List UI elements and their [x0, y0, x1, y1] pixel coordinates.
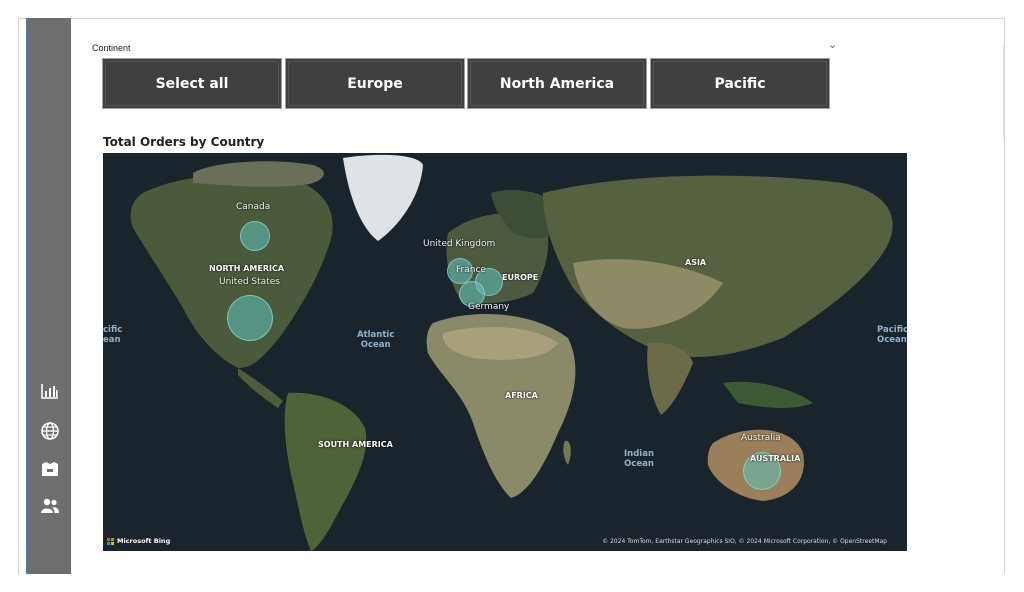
region-label-south-america: SOUTH AMERICA [318, 440, 393, 449]
region-label-europe: EUROPE [502, 273, 539, 282]
bubble-canada[interactable] [240, 221, 270, 251]
region-label-asia: ASIA [685, 258, 707, 267]
box-icon[interactable] [39, 458, 61, 480]
navigation-rail [26, 18, 71, 574]
people-icon[interactable] [39, 495, 61, 517]
ocean-label-pacific-left: cific ean [103, 325, 123, 345]
ocean-label-pacific-right: Pacific Ocean [877, 325, 907, 345]
slicer-button-north-america[interactable]: North America [467, 58, 647, 109]
provider-label: Microsoft Bing [117, 537, 171, 545]
region-label-north-america: NORTH AMERICA [209, 264, 285, 273]
slicer-button-europe[interactable]: Europe [285, 58, 465, 109]
country-label-australia: Australia [741, 433, 781, 443]
button-label: Pacific [714, 75, 766, 92]
slicer-title: Continent [92, 43, 131, 53]
country-label-germany: Germany [468, 302, 510, 312]
bar-chart-icon[interactable] [39, 380, 61, 402]
ocean-label-atlantic: Atlantic Ocean [357, 330, 395, 350]
region-label-australia: AUSTRALIA [750, 454, 801, 463]
globe-icon[interactable] [39, 420, 61, 442]
region-label-africa: AFRICA [505, 391, 538, 400]
country-label-united-states: United States [219, 277, 280, 287]
map-title: Total Orders by Country [103, 135, 265, 149]
country-label-france: France [456, 265, 486, 275]
chevron-down-icon[interactable]: ⌄ [828, 38, 837, 51]
bubble-united-states[interactable] [227, 295, 273, 341]
slicer-button-pacific[interactable]: Pacific [650, 58, 830, 109]
map-credit[interactable]: © 2024 TomTom, Earthstar Geographics SIO… [602, 538, 887, 545]
country-label-united-kingdom: United Kingdom [423, 239, 496, 249]
microsoft-bing-logo: Microsoft Bing [107, 537, 170, 545]
map-landmasses [130, 154, 893, 551]
slicer-button-select-all[interactable]: Select all [102, 58, 282, 109]
world-map[interactable]: Canada United States United Kingdom Fran… [103, 153, 907, 551]
button-label: North America [499, 75, 615, 92]
country-label-canada: Canada [236, 202, 271, 212]
divider [1003, 44, 1004, 139]
button-label: Select all [155, 75, 229, 92]
button-label: Europe [347, 75, 403, 92]
ocean-label-indian: Indian Ocean [624, 449, 654, 469]
